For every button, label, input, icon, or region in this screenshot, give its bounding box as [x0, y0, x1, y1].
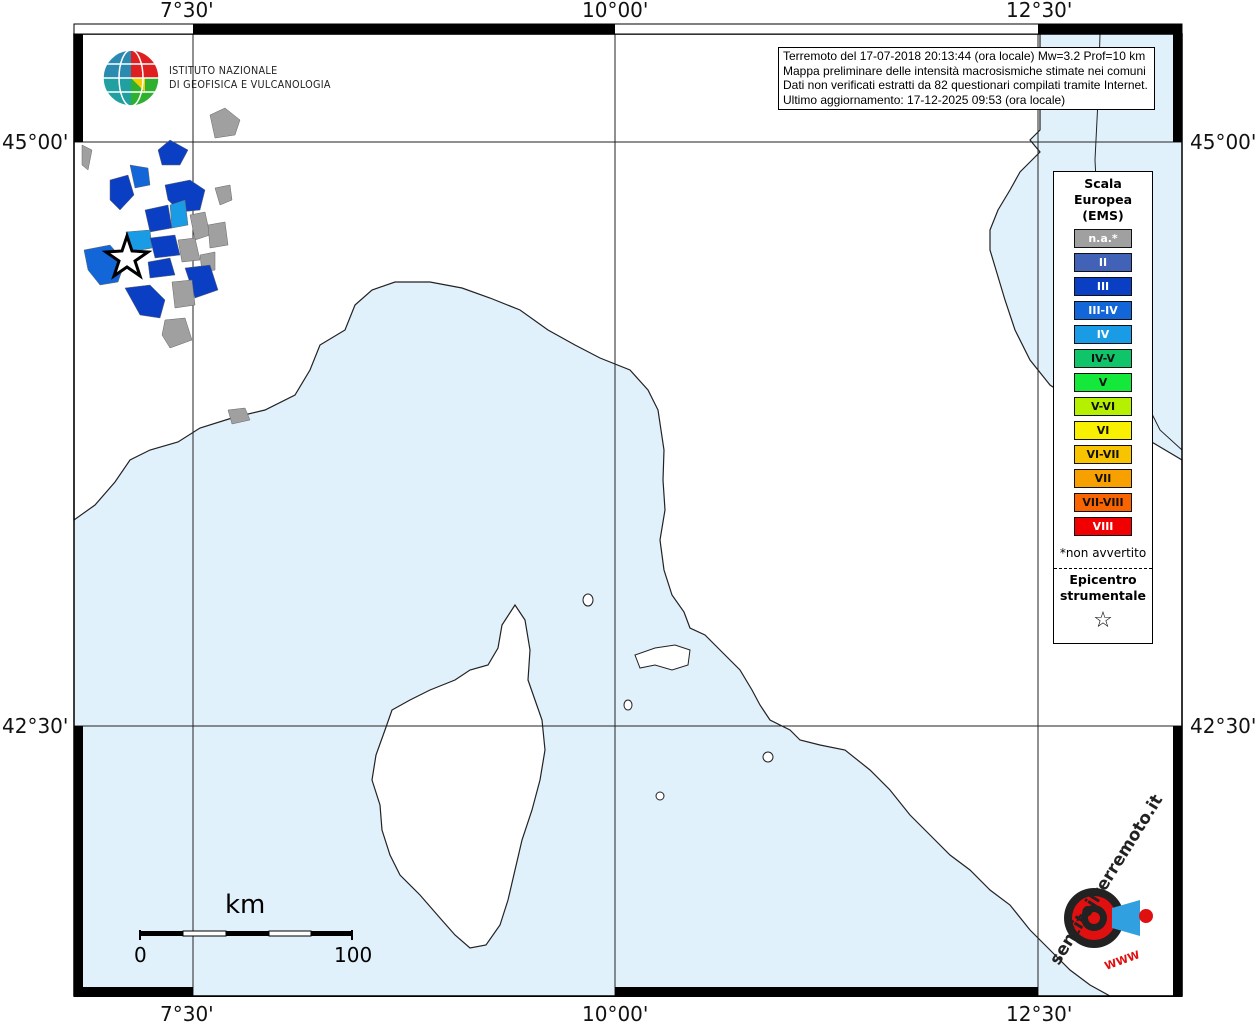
legend-title-1: Scala	[1084, 176, 1122, 191]
capraia-island	[582, 593, 594, 607]
legend-swatch-v: V	[1074, 373, 1132, 392]
info-line-2: Mappa preliminare delle intensità macros…	[783, 63, 1146, 78]
legend-swatch-vii-viii: VII-VIII	[1074, 493, 1132, 512]
lon-tick-bottom-2: 10°00'	[582, 1002, 649, 1026]
scale-bar-unit: km	[225, 890, 266, 920]
legend-swatch-ii: II	[1074, 253, 1132, 272]
legend-swatch-viii: VIII	[1074, 517, 1132, 536]
event-info-box: Terremoto del 17-07-2018 20:13:44 (ora l…	[778, 47, 1155, 110]
legend-swatch-v-vi: V-VI	[1074, 397, 1132, 416]
legend-separator	[1054, 568, 1152, 569]
logo-line-2: DI GEOFISICA E VULCANOLOGIA	[169, 79, 331, 91]
lat-tick-right-2: 42°30'	[1190, 714, 1255, 738]
legend-swatch-iii: III	[1074, 277, 1132, 296]
legend-title-3: (EMS)	[1082, 208, 1124, 223]
sentito-badge: sentitoilterremoto.it WWW	[1032, 791, 1167, 978]
legend-title-2: Europea	[1073, 192, 1133, 207]
ingv-logo: ISTITUTO NAZIONALE DI GEOFISICA E VULCAN…	[101, 48, 331, 110]
ems-legend: Scala Europea (EMS) n.a.* II III III-IV IV IV…	[1053, 171, 1153, 644]
legend-note: *non avvertito	[1059, 546, 1147, 560]
lon-tick-top-1: 7°30'	[160, 0, 214, 22]
info-line-4: Ultimo aggiornamento: 17-12-2025 09:53 (…	[783, 92, 1066, 107]
legend-title: Scala Europea (EMS)	[1054, 176, 1152, 224]
info-line-3: Dati non verificati estratti da 82 quest…	[783, 78, 1148, 92]
giglio-island	[762, 751, 774, 763]
legend-swatch-n-a: n.a.*	[1074, 229, 1132, 248]
epicentre-title-2: strumentale	[1059, 588, 1147, 603]
epicentre-star-icon: ☆	[1093, 608, 1113, 633]
legend-swatch-vi: VI	[1074, 421, 1132, 440]
globe-icon	[102, 49, 160, 107]
lon-tick-bottom-1: 7°30'	[160, 1002, 214, 1026]
epicentre-title-1: Epicentro	[1069, 572, 1137, 587]
lon-tick-top-2: 10°00'	[582, 0, 649, 22]
scale-bar-end: 100	[334, 943, 373, 967]
lon-tick-top-3: 12°30'	[1006, 0, 1073, 22]
lon-tick-bottom-3: 12°30'	[1006, 1002, 1073, 1026]
legend-swatch-vii: VII	[1074, 469, 1132, 488]
legend-swatch-iii-iv: III-IV	[1074, 301, 1132, 320]
pianosa-island	[623, 699, 633, 711]
lat-tick-right-1: 45°00'	[1190, 130, 1255, 154]
scale-bar-start: 0	[134, 943, 147, 967]
montecristo-island	[655, 791, 665, 801]
logo-line-1: ISTITUTO NAZIONALE	[169, 65, 278, 77]
info-line-1: Terremoto del 17-07-2018 20:13:44 (ora l…	[783, 49, 1146, 63]
legend-swatch-iv-v: IV-V	[1074, 349, 1132, 368]
legend-swatch-iv: IV	[1074, 325, 1132, 344]
scale-bar: km 0 100	[130, 890, 380, 970]
lat-tick-left-1: 45°00'	[2, 130, 69, 154]
legend-swatch-vi-vii: VI-VII	[1074, 445, 1132, 464]
lat-tick-left-2: 42°30'	[2, 714, 69, 738]
